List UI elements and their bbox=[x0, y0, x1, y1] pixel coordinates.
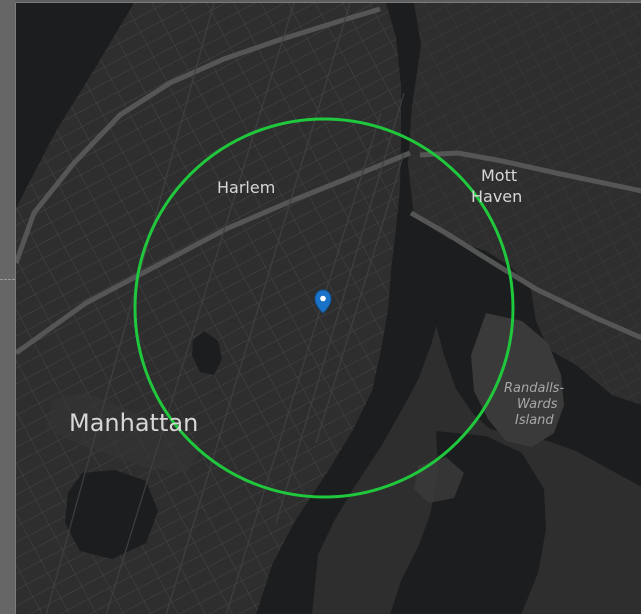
left-panel-edge bbox=[0, 0, 15, 614]
mott-haven-label-line2: Haven bbox=[471, 187, 522, 206]
dashed-guide-line bbox=[0, 279, 15, 280]
harlem-label: Harlem bbox=[217, 178, 275, 197]
randalls-label-line1: Randalls- bbox=[504, 381, 564, 396]
randalls-label-line2: Wards bbox=[517, 397, 558, 412]
map-pin-dot bbox=[320, 295, 326, 302]
map-view[interactable]: Harlem Mott Haven Manhattan Randalls- Wa… bbox=[15, 2, 641, 614]
randalls-label-line3: Island bbox=[515, 413, 554, 428]
mott-haven-label-line1: Mott bbox=[481, 166, 517, 185]
map-canvas[interactable]: Harlem Mott Haven Manhattan Randalls- Wa… bbox=[16, 3, 641, 614]
manhattan-label: Manhattan bbox=[69, 409, 198, 437]
map-page: Harlem Mott Haven Manhattan Randalls- Wa… bbox=[0, 0, 641, 614]
